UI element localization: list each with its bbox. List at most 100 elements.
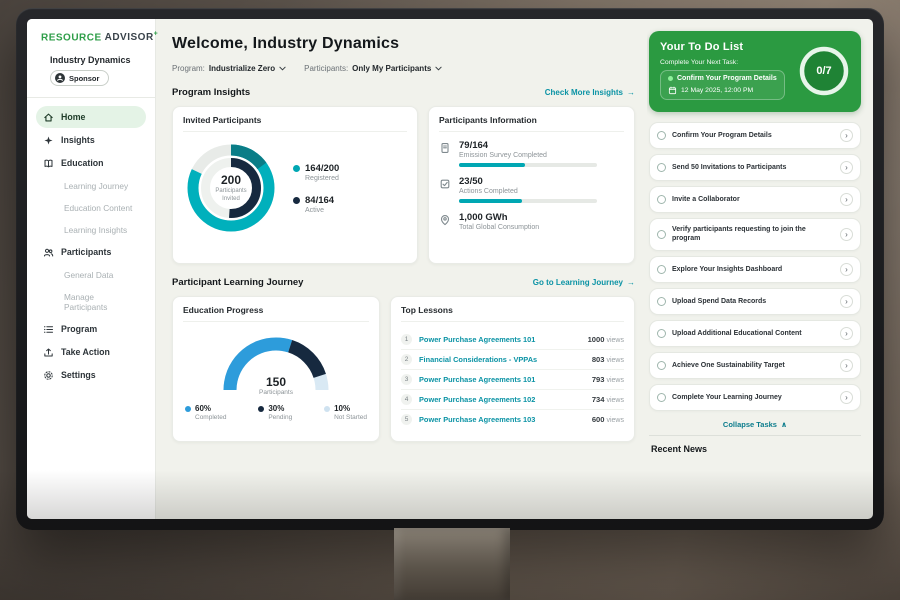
legend-value: 30% bbox=[268, 404, 284, 413]
people-icon bbox=[43, 247, 54, 258]
task-row-achieve-target[interactable]: Achieve One Sustainability Target › bbox=[649, 352, 861, 379]
task-chevron-button[interactable]: › bbox=[840, 263, 853, 276]
task-checkbox[interactable] bbox=[657, 361, 666, 370]
sidebar-item-education-content[interactable]: Education Content bbox=[36, 197, 146, 218]
task-checkbox[interactable] bbox=[657, 230, 666, 239]
task-row-upload-educational-content[interactable]: Upload Additional Educational Content › bbox=[649, 320, 861, 347]
task-chevron-button[interactable]: › bbox=[840, 129, 853, 142]
task-chevron-button[interactable]: › bbox=[840, 295, 853, 308]
lesson-rank: 5 bbox=[401, 414, 412, 425]
task-row-invite-collaborator[interactable]: Invite a Collaborator › bbox=[649, 186, 861, 213]
lesson-link[interactable]: Power Purchase Agreements 101 bbox=[419, 375, 585, 384]
task-checkbox[interactable] bbox=[657, 131, 666, 140]
sidebar-item-label: Learning Journey bbox=[64, 181, 128, 191]
sparkle-icon bbox=[43, 135, 54, 146]
task-row-complete-learning-journey[interactable]: Complete Your Learning Journey › bbox=[649, 384, 861, 411]
legend-item-pending: 30% Pending bbox=[258, 404, 292, 421]
program-filter[interactable]: Program: Industrialize Zero bbox=[172, 64, 286, 73]
task-checkbox[interactable] bbox=[657, 297, 666, 306]
gear-icon bbox=[43, 370, 54, 381]
chevron-up-icon: ∧ bbox=[781, 420, 787, 429]
task-row-verify-participants[interactable]: Verify participants requesting to join t… bbox=[649, 218, 861, 251]
participants-filter[interactable]: Participants: Only My Participants bbox=[304, 64, 442, 73]
task-row-confirm-program[interactable]: Confirm Your Program Details › bbox=[649, 122, 861, 149]
stat-value: 1,000 GWh bbox=[459, 212, 539, 223]
donut-center-label: Participants Invited bbox=[208, 188, 254, 204]
gauge-center-label: Participants bbox=[214, 389, 338, 396]
sidebar-item-label: Insights bbox=[61, 135, 95, 145]
sidebar-item-manage-participants[interactable]: Manage Participants bbox=[36, 286, 146, 317]
section-title: Program Insights bbox=[172, 87, 250, 98]
task-label: Verify participants requesting to join t… bbox=[672, 225, 834, 244]
task-label: Send 50 Invitations to Participants bbox=[672, 163, 834, 172]
chevron-right-icon: › bbox=[845, 195, 848, 204]
next-task-box: Confirm Your Program Details 12 May 2025… bbox=[660, 70, 785, 100]
calendar-icon bbox=[668, 86, 677, 95]
sidebar-item-program[interactable]: Program bbox=[36, 318, 146, 340]
stat-label: Total Global Consumption bbox=[459, 224, 539, 231]
main-content: Welcome, Industry Dynamics Program: Indu… bbox=[156, 19, 647, 519]
task-checkbox[interactable] bbox=[657, 195, 666, 204]
task-chevron-button[interactable]: › bbox=[840, 327, 853, 340]
lesson-rank: 1 bbox=[401, 334, 412, 345]
lesson-link[interactable]: Financial Considerations - VPPAs bbox=[419, 355, 585, 364]
legend-item-registered: 164/200 Registered bbox=[293, 163, 339, 182]
card-title: Top Lessons bbox=[401, 305, 624, 322]
insights-cards-row: Invited Participants bbox=[172, 106, 635, 264]
lesson-views-suffix: views bbox=[606, 417, 624, 424]
light-dot-icon bbox=[324, 406, 330, 412]
chevron-right-icon: › bbox=[845, 393, 848, 402]
collapse-label: Collapse Tasks bbox=[723, 420, 777, 429]
sidebar-item-education[interactable]: Education bbox=[36, 152, 146, 174]
sidebar-item-general-data[interactable]: General Data bbox=[36, 264, 146, 285]
go-to-learning-journey-link[interactable]: Go to Learning Journey → bbox=[533, 278, 635, 287]
task-chevron-button[interactable]: › bbox=[840, 161, 853, 174]
sidebar-item-take-action[interactable]: Take Action bbox=[36, 341, 146, 363]
sidebar-item-participants[interactable]: Participants bbox=[36, 241, 146, 263]
learning-cards-row: Education Progress 150 Participants bbox=[172, 296, 635, 442]
sidebar-item-settings[interactable]: Settings bbox=[36, 364, 146, 386]
progress-bar bbox=[459, 163, 597, 167]
arrow-right-icon: → bbox=[627, 278, 635, 287]
task-chevron-button[interactable]: › bbox=[840, 193, 853, 206]
lesson-row: 1 Power Purchase Agreements 101 1000view… bbox=[401, 330, 624, 350]
legend-value: 84/164 bbox=[305, 195, 334, 206]
lesson-link[interactable]: Power Purchase Agreements 102 bbox=[419, 395, 585, 404]
brand-logo-primary: RESOURCE bbox=[41, 32, 102, 43]
task-checkbox[interactable] bbox=[657, 265, 666, 274]
arrow-right-icon: → bbox=[627, 88, 635, 97]
task-row-send-invitations[interactable]: Send 50 Invitations to Participants › bbox=[649, 154, 861, 181]
todo-header-card: Your To Do List Complete Your Next Task:… bbox=[649, 31, 861, 112]
sidebar-item-label: Settings bbox=[61, 370, 96, 380]
invited-participants-card: Invited Participants bbox=[172, 106, 418, 264]
sidebar-item-learning-insights[interactable]: Learning Insights bbox=[36, 219, 146, 240]
lesson-link[interactable]: Power Purchase Agreements 101 bbox=[419, 335, 581, 344]
task-chevron-button[interactable]: › bbox=[840, 391, 853, 404]
lesson-views-suffix: views bbox=[606, 377, 624, 384]
collapse-tasks-link[interactable]: Collapse Tasks ∧ bbox=[649, 420, 861, 429]
legend-item-completed: 60% Completed bbox=[185, 404, 226, 421]
sidebar-item-home[interactable]: Home bbox=[36, 106, 146, 128]
sponsor-badge: Sponsor bbox=[50, 70, 109, 86]
task-list: Confirm Your Program Details › Send 50 I… bbox=[649, 122, 861, 411]
task-chevron-button[interactable]: › bbox=[840, 228, 853, 241]
task-row-upload-spend-data[interactable]: Upload Spend Data Records › bbox=[649, 288, 861, 315]
lesson-link[interactable]: Power Purchase Agreements 103 bbox=[419, 415, 585, 424]
check-more-insights-link[interactable]: Check More Insights → bbox=[545, 88, 635, 97]
survey-icon bbox=[439, 142, 451, 154]
task-chevron-button[interactable]: › bbox=[840, 359, 853, 372]
chevron-right-icon: › bbox=[845, 361, 848, 370]
participants-information-card: Participants Information 79/164 Emission… bbox=[428, 106, 635, 264]
sidebar-item-insights[interactable]: Insights bbox=[36, 129, 146, 151]
legend-value: 60% bbox=[195, 404, 211, 413]
task-row-explore-insights[interactable]: Explore Your Insights Dashboard › bbox=[649, 256, 861, 283]
lesson-views-suffix: views bbox=[606, 357, 624, 364]
task-checkbox[interactable] bbox=[657, 329, 666, 338]
task-checkbox[interactable] bbox=[657, 393, 666, 402]
task-checkbox[interactable] bbox=[657, 163, 666, 172]
todo-title: Your To Do List bbox=[660, 41, 792, 53]
legend-item-active: 84/164 Active bbox=[293, 195, 339, 214]
lesson-rank: 3 bbox=[401, 374, 412, 385]
task-label: Upload Additional Educational Content bbox=[672, 329, 834, 338]
sidebar-item-learning-journey[interactable]: Learning Journey bbox=[36, 175, 146, 196]
